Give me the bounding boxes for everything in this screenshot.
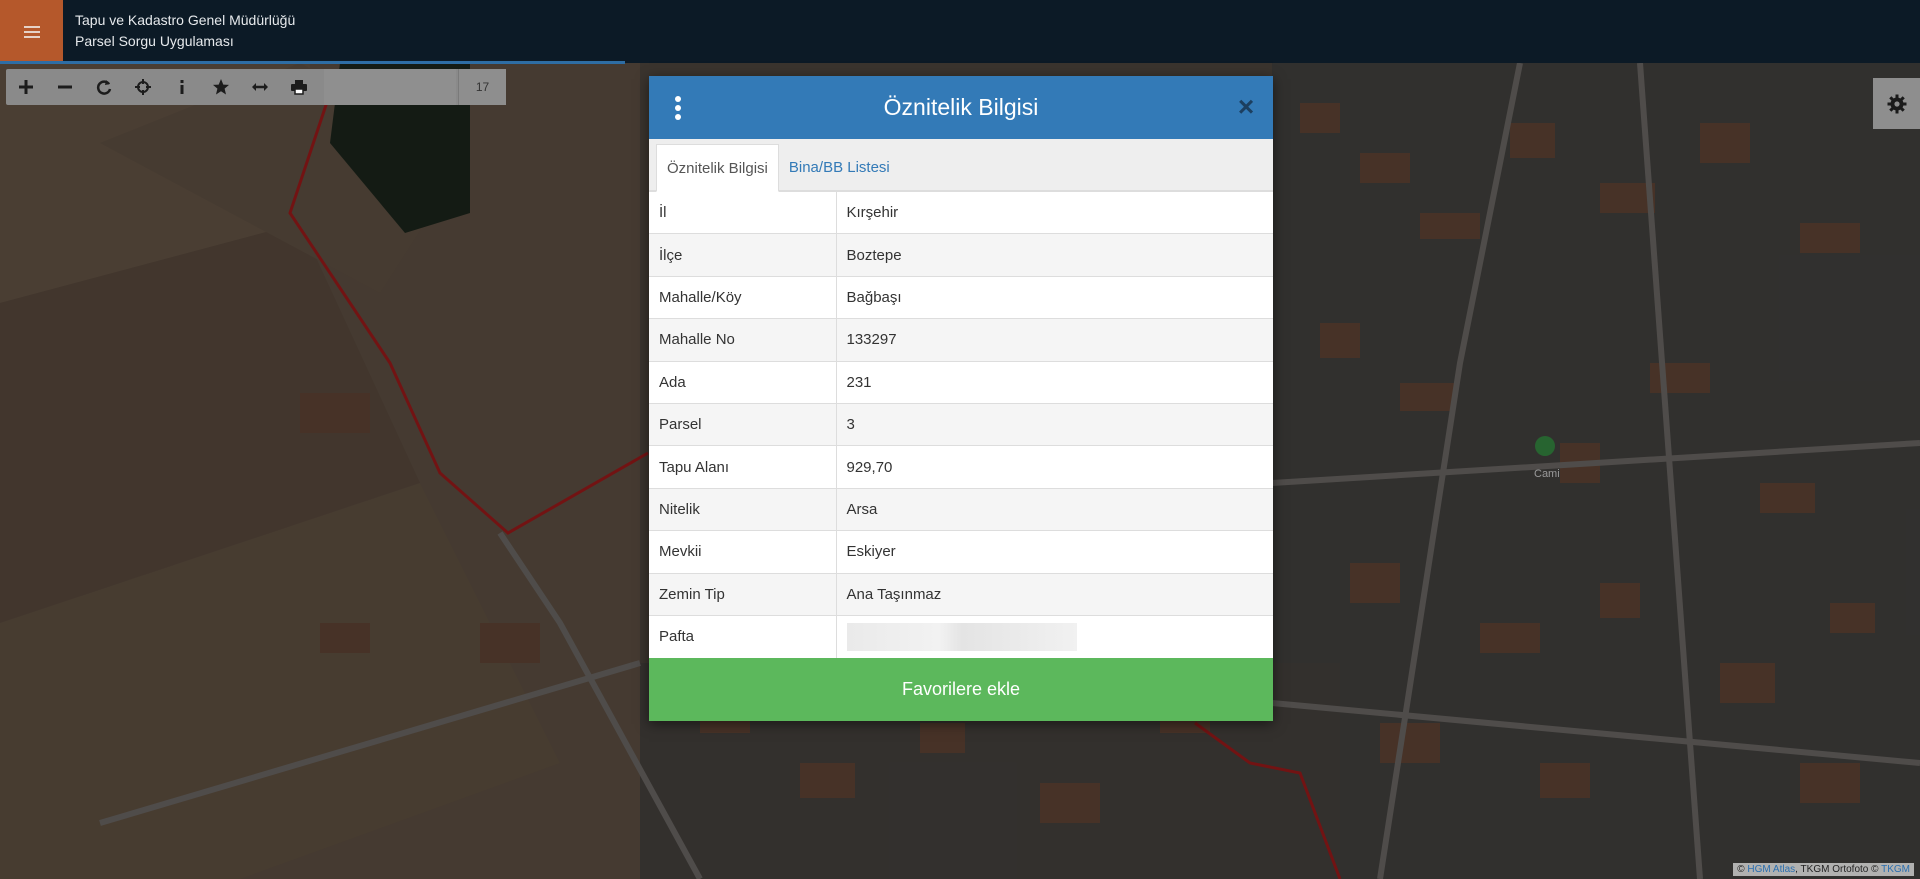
table-row: Ada 231 <box>649 360 1273 404</box>
table-row: İlçe Boztepe <box>649 233 1273 277</box>
table-row: Zemin Tip Ana Taşınmaz <box>649 572 1273 616</box>
hgm-atlas-link[interactable]: HGM Atlas <box>1747 864 1795 875</box>
loading-bar <box>0 61 625 64</box>
zoom-in-button[interactable] <box>6 69 45 105</box>
tkgm-link[interactable]: TKGM <box>1881 864 1910 875</box>
measure-icon <box>251 83 268 91</box>
map-attribution: © HGM Atlas, TKGM Ortofoto © TKGM <box>1733 863 1914 876</box>
tab-attributes[interactable]: Öznitelik Bilgisi <box>656 144 779 192</box>
tab-building-list[interactable]: Bina/BB Listesi <box>779 144 900 191</box>
locate-button[interactable] <box>123 69 162 105</box>
star-icon <box>212 79 229 95</box>
refresh-icon <box>96 80 111 95</box>
row-value: Boztepe <box>836 233 1273 277</box>
attribute-table: İl Kırşehir İlçe Boztepe Mahalle/Köy Bağbaş… <box>649 190 1273 658</box>
refresh-button[interactable] <box>84 69 123 105</box>
row-key: Tapu Alanı <box>649 445 837 489</box>
dialog-header: Öznitelik Bilgisi × <box>649 76 1273 139</box>
print-button[interactable] <box>279 69 318 105</box>
table-row: Mahalle/Köy Bağbaşı <box>649 275 1273 319</box>
row-key: Parsel <box>649 402 837 446</box>
row-value: Arsa <box>836 487 1273 531</box>
row-key: Mahalle No <box>649 318 837 362</box>
row-value: Eskiyer <box>836 530 1273 574</box>
info-icon <box>180 80 183 94</box>
row-value: 231 <box>836 360 1273 404</box>
row-value-redacted <box>836 614 1273 658</box>
row-key: İl <box>649 190 837 234</box>
measure-button[interactable] <box>240 69 279 105</box>
row-value: Bağbaşı <box>836 275 1273 319</box>
row-value: 929,70 <box>836 445 1273 489</box>
attribution-mid: , TKGM Ortofoto © <box>1795 864 1879 875</box>
zoom-level: 17 <box>458 69 506 105</box>
close-icon[interactable]: × <box>1235 93 1257 121</box>
table-row: Mahalle No 133297 <box>649 318 1273 362</box>
row-key: İlçe <box>649 233 837 277</box>
plus-icon <box>18 80 33 94</box>
table-row: Parsel 3 <box>649 402 1273 446</box>
table-row: Tapu Alanı 929,70 <box>649 445 1273 489</box>
row-value: 133297 <box>836 318 1273 362</box>
app-title-org: Tapu ve Kadastro Genel Müdürlüğü <box>75 12 296 28</box>
print-icon <box>290 80 307 95</box>
table-row: Nitelik Arsa <box>649 487 1273 531</box>
minus-icon <box>57 85 72 89</box>
add-to-favorites-button[interactable]: Favorilere ekle <box>649 658 1273 721</box>
gear-icon <box>1887 94 1906 113</box>
redacted-value <box>846 622 1077 651</box>
info-button[interactable] <box>162 69 201 105</box>
row-key: Mahalle/Köy <box>649 275 837 319</box>
zoom-out-button[interactable] <box>45 69 84 105</box>
menu-button[interactable] <box>0 0 63 63</box>
row-key: Mevkii <box>649 530 837 574</box>
app-header: Tapu ve Kadastro Genel Müdürlüğü Parsel … <box>0 0 1920 64</box>
dialog-title: Öznitelik Bilgisi <box>883 94 1039 120</box>
row-key: Ada <box>649 360 837 404</box>
row-key: Pafta <box>649 614 837 658</box>
app-title: Tapu ve Kadastro Genel Müdürlüğü Parsel … <box>75 10 295 52</box>
table-row: Pafta <box>649 614 1273 658</box>
parcel-search-input[interactable] <box>324 69 456 105</box>
app-title-app: Parsel Sorgu Uygulaması <box>75 33 234 49</box>
table-row: Mevkii Eskiyer <box>649 530 1273 574</box>
attribute-dialog: Öznitelik Bilgisi × Öznitelik Bilgisi Bi… <box>649 76 1273 721</box>
favorites-button[interactable] <box>201 69 240 105</box>
settings-button[interactable] <box>1873 78 1920 129</box>
row-value: Ana Taşınmaz <box>836 572 1273 616</box>
attribution-prefix: © <box>1737 864 1745 875</box>
hamburger-icon <box>23 25 40 38</box>
row-key: Zemin Tip <box>649 572 837 616</box>
map-toolbar: 17 <box>6 69 506 105</box>
table-row: İl Kırşehir <box>649 190 1273 234</box>
row-key: Nitelik <box>649 487 837 531</box>
row-value: 3 <box>836 402 1273 446</box>
dialog-tabs: Öznitelik Bilgisi Bina/BB Listesi <box>649 139 1273 192</box>
crosshair-icon <box>134 79 151 95</box>
row-value: Kırşehir <box>836 190 1273 234</box>
